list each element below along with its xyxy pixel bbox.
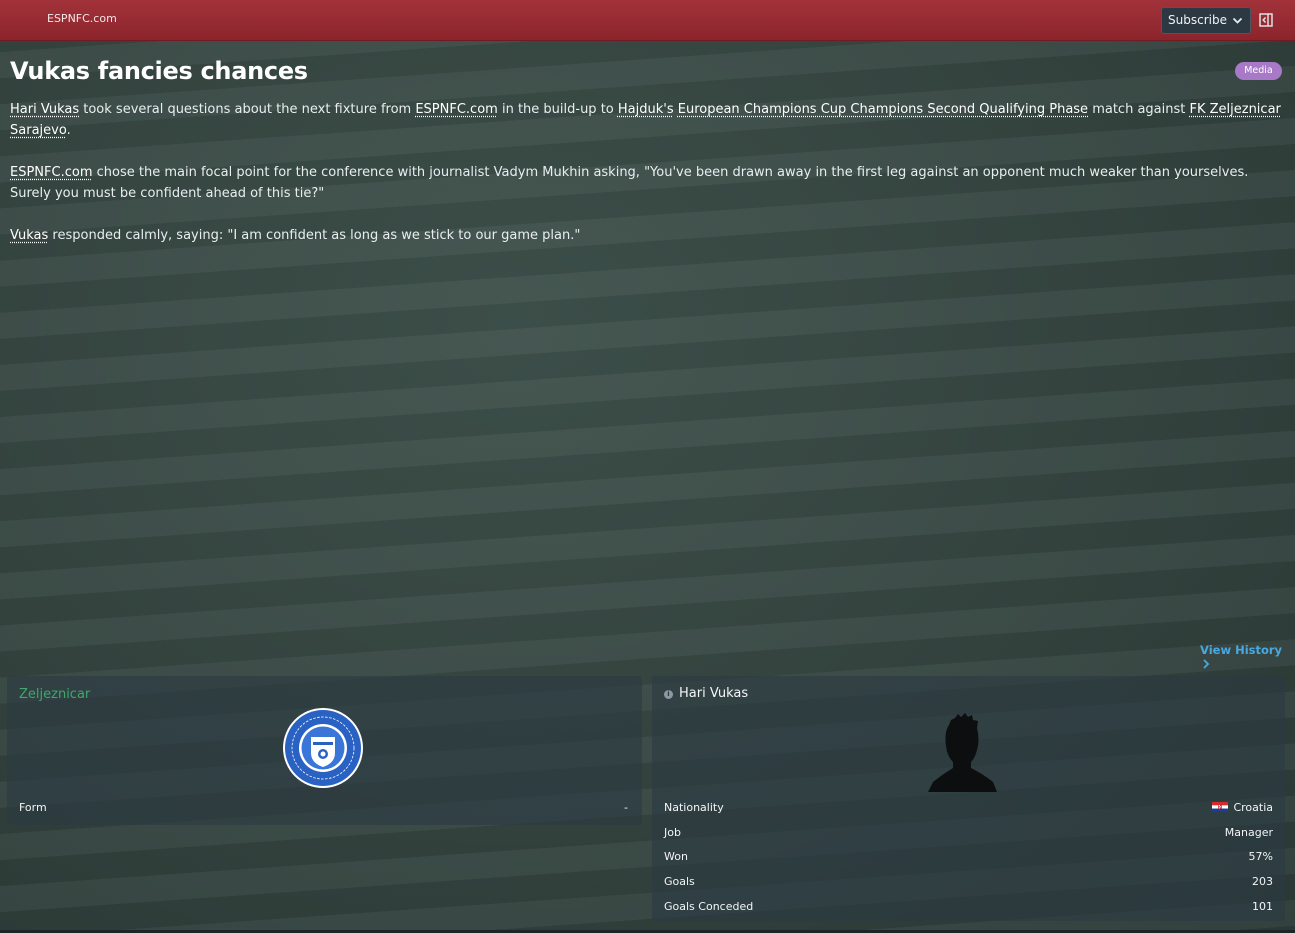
manager-name: Hari Vukas — [679, 686, 749, 701]
stat-label: Nationality — [664, 801, 724, 814]
stat-value: 101 — [1252, 900, 1273, 913]
info-icon[interactable]: i — [664, 690, 673, 699]
article-text: match against — [1088, 102, 1190, 117]
page-title: Vukas fancies chances — [10, 57, 308, 85]
stat-value: Manager — [1224, 826, 1273, 839]
competition-link[interactable]: European Champions Cup Champions Second … — [678, 102, 1088, 117]
article-paragraph: Vukas responded calmly, saying: "I am co… — [10, 225, 1282, 246]
top-bar: ESPNFC.com Subscribe — [0, 0, 1295, 41]
view-history-label: View History — [1200, 643, 1283, 657]
manager-stat-row: Goals Conceded 101 — [664, 897, 1273, 917]
manager-stat-row: Won 57% — [664, 847, 1273, 867]
nationality-row: Nationality Croatia — [664, 798, 1273, 818]
article-text: in the build-up to — [497, 102, 618, 117]
club-link[interactable]: Hajduk's — [618, 102, 674, 117]
subscribe-label: Subscribe — [1168, 13, 1227, 27]
site-name: ESPNFC.com — [47, 12, 117, 25]
manager-name-link[interactable]: i Hari Vukas — [664, 686, 748, 701]
stat-value: 57% — [1248, 850, 1273, 863]
stat-value: 203 — [1252, 875, 1273, 888]
chevron-down-icon — [1232, 17, 1243, 24]
view-history-link[interactable]: View History — [1200, 643, 1295, 671]
manager-stat-row: Goals 203 — [664, 872, 1273, 892]
stat-label: Form — [19, 801, 47, 814]
article-paragraph: ESPNFC.com chose the main focal point fo… — [10, 162, 1282, 204]
stat-label: Job — [664, 826, 681, 839]
stat-label: Won — [664, 850, 688, 863]
article-text: chose the main focal point for the confe… — [10, 165, 1249, 201]
article-paragraph: Hari Vukas took several questions about … — [10, 99, 1282, 141]
person-silhouette-icon — [928, 713, 997, 792]
club-name-link[interactable]: Zeljeznicar — [19, 687, 90, 702]
collapse-panel-icon[interactable] — [1259, 13, 1273, 27]
croatia-flag-icon — [1212, 802, 1229, 812]
nationality-text: Croatia — [1233, 801, 1273, 814]
stat-label: Goals — [664, 875, 695, 888]
chevron-right-icon — [1203, 659, 1210, 669]
article-text: . — [66, 123, 71, 138]
manager-link[interactable]: Vukas — [10, 228, 48, 243]
source-link[interactable]: ESPNFC.com — [10, 165, 92, 180]
manager-panel: i Hari Vukas Nationality Croatia Job Mana… — [652, 676, 1285, 921]
club-panel: Zeljeznicar Form - — [7, 676, 642, 825]
stat-label: Goals Conceded — [664, 900, 754, 913]
article-text: took several questions about the next fi… — [79, 102, 416, 117]
manager-link[interactable]: Hari Vukas — [10, 102, 79, 117]
media-badge: Media — [1235, 62, 1282, 80]
club-crest-icon[interactable] — [282, 707, 364, 789]
article-body: Hari Vukas took several questions about … — [10, 99, 1282, 267]
subscribe-button[interactable]: Subscribe — [1161, 7, 1251, 34]
manager-stat-row: Job Manager — [664, 823, 1273, 843]
source-link[interactable]: ESPNFC.com — [415, 102, 497, 117]
club-stat-row: Form - — [19, 798, 628, 818]
stat-value: - — [624, 801, 628, 814]
nationality-value[interactable]: Croatia — [1212, 801, 1273, 814]
article-text: responded calmly, saying: "I am confiden… — [48, 228, 581, 243]
